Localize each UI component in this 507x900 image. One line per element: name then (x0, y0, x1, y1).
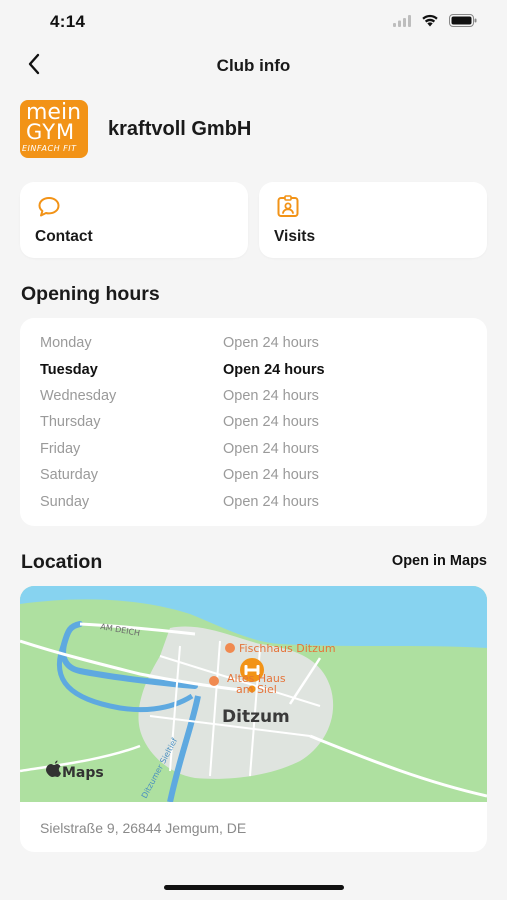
poi-altes-haus-line-2: am Siel (236, 683, 277, 696)
home-indicator[interactable] (164, 885, 344, 890)
page-title: Club info (216, 56, 291, 75)
logo-line-2: GYM (26, 120, 76, 144)
logo-line-3: EINFACH FIT (22, 144, 77, 153)
visits-label: Visits (274, 228, 316, 245)
status-icons (393, 14, 477, 32)
nav-bar: Club info (0, 46, 507, 86)
contact-label: Contact (35, 228, 93, 245)
battery-icon (449, 14, 477, 32)
open-in-maps-link[interactable]: Open in Maps (392, 553, 487, 569)
location-title: Location (21, 551, 103, 573)
club-name: kraftvoll GmbH (108, 117, 252, 140)
address: Sielstraße 9, 26844 Jemgum, DE (40, 820, 247, 836)
place-label: Ditzum (222, 707, 290, 727)
action-cards: Contact Visits (20, 182, 487, 258)
day-label: Friday (40, 441, 81, 457)
hours-value: Open 24 hours (223, 335, 319, 351)
status-bar: 4:14 (0, 0, 507, 46)
visits-button[interactable]: Visits (259, 182, 487, 258)
hours-value: Open 24 hours (223, 388, 319, 404)
day-label: Tuesday (40, 362, 98, 378)
map-view[interactable]: AM DEICH Fischhaus Ditzum Altes Haus am … (20, 586, 487, 803)
contact-button[interactable]: Contact (20, 182, 248, 258)
hours-value: Open 24 hours (223, 467, 319, 483)
hours-value: Open 24 hours (223, 494, 319, 510)
id-badge-icon (275, 194, 301, 220)
poi-fischhaus-label: Fischhaus Ditzum (239, 642, 336, 655)
location-card: AM DEICH Fischhaus Ditzum Altes Haus am … (20, 586, 487, 852)
hours-value: Open 24 hours (223, 414, 319, 430)
day-label: Monday (40, 335, 92, 351)
club-header: mein GYM EINFACH FIT kraftvoll GmbH (20, 100, 251, 158)
hours-value: Open 24 hours (223, 441, 319, 457)
day-label: Wednesday (40, 388, 117, 404)
chat-bubble-icon (36, 194, 62, 220)
opening-hours-card: Monday Open 24 hours Tuesday Open 24 hou… (20, 318, 487, 526)
day-label: Saturday (40, 467, 99, 483)
opening-hours-title: Opening hours (21, 283, 160, 305)
cellular-signal-icon (393, 14, 411, 32)
hours-value: Open 24 hours (223, 362, 325, 378)
day-label: Thursday (40, 414, 101, 430)
wifi-icon (421, 14, 439, 32)
maps-brand-label: Maps (62, 765, 104, 781)
status-time: 4:14 (50, 12, 86, 31)
day-label: Sunday (40, 494, 90, 510)
club-logo: mein GYM EINFACH FIT (20, 100, 88, 158)
